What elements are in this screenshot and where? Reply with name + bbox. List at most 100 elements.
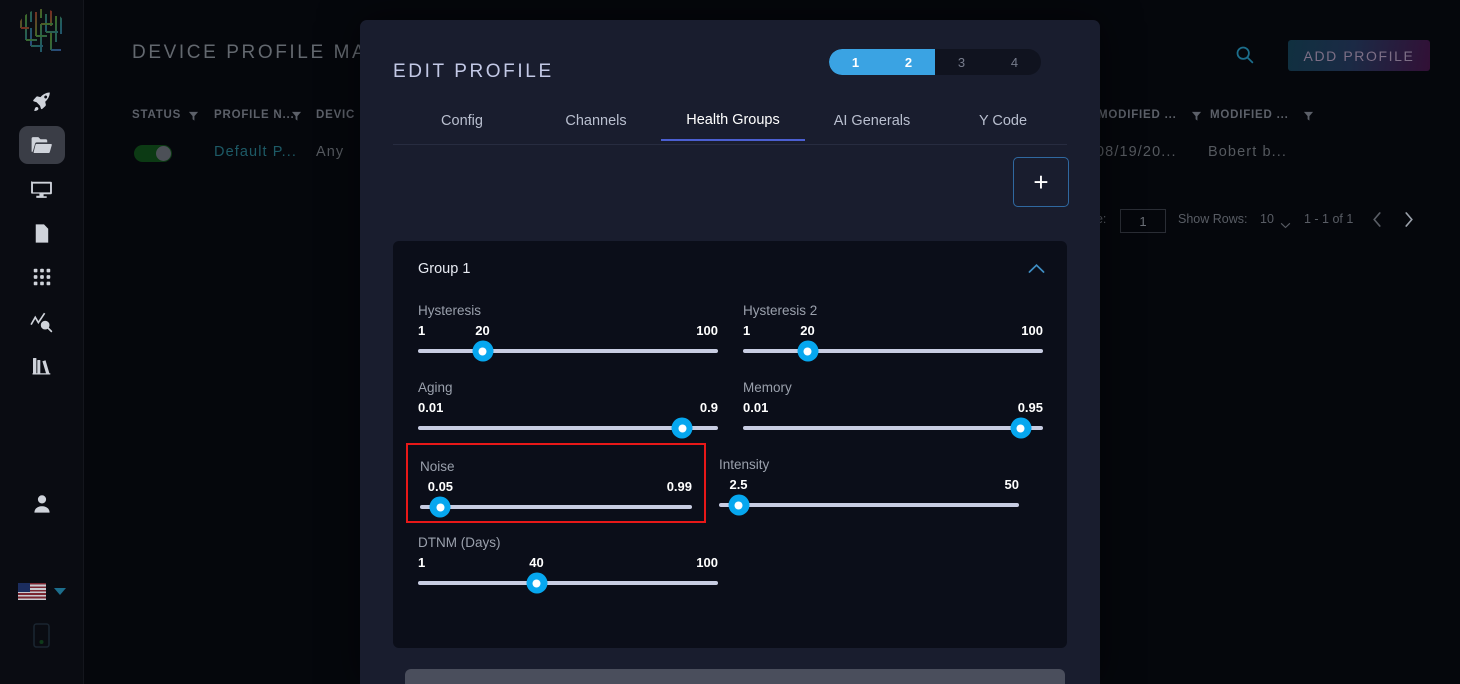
slider-track[interactable]	[743, 340, 1043, 362]
slider-values: 1 20 100	[418, 323, 718, 340]
column-header-modified-by[interactable]: MODIFIED ...	[1210, 109, 1289, 121]
pagination-next-button[interactable]	[1404, 212, 1414, 232]
slider-track[interactable]	[420, 496, 692, 518]
slider-values: 0.01 0.9	[418, 400, 718, 417]
slider-thumb[interactable]	[429, 496, 451, 518]
cell-device: Any	[316, 144, 345, 160]
sidebar-item-profiles[interactable]	[18, 126, 65, 164]
tab-ai-generals[interactable]: AI Generals	[805, 100, 939, 141]
filter-icon-modified-by[interactable]	[1303, 109, 1314, 127]
step-2[interactable]: 2	[882, 49, 935, 75]
slider-track[interactable]	[719, 494, 1019, 516]
step-indicator[interactable]: 1 2 3 4	[829, 49, 1041, 75]
slider-label: Hysteresis	[418, 303, 482, 318]
mobile-icon	[31, 623, 52, 653]
sidebar-item-rocket[interactable]	[19, 82, 65, 120]
column-header-profile-name[interactable]: PROFILE N...	[214, 109, 295, 121]
search-icon[interactable]	[1234, 44, 1255, 70]
slider-dtnm-days: DTNM (Days) 1 40 100	[418, 535, 718, 594]
pagination-page-input[interactable]: 1	[1120, 209, 1166, 233]
slider-min-value: 0.01	[743, 400, 769, 415]
slider-thumb[interactable]	[797, 340, 818, 362]
slider-thumb[interactable]	[526, 572, 547, 594]
sidebar-item-account[interactable]	[19, 485, 65, 523]
pagination-prev-button[interactable]	[1372, 212, 1382, 232]
column-header-status[interactable]: STATUS	[132, 109, 181, 121]
slider-row-1: Hysteresis 1 20 100 Hysteresis 2 1 20 10…	[418, 303, 1048, 362]
sidebar-item-library[interactable]	[19, 346, 65, 384]
step-3[interactable]: 3	[935, 49, 988, 75]
slider-memory: Memory 0.01 0.95	[743, 380, 1043, 439]
filter-icon-profile-name[interactable]	[291, 109, 302, 127]
sidebar-item-apps[interactable]	[19, 258, 65, 296]
slider-max-value: 100	[696, 323, 718, 338]
slider-track[interactable]	[743, 417, 1043, 439]
filter-icon-modified-date[interactable]	[1191, 109, 1202, 127]
cell-modified-date: 08/19/20...	[1096, 144, 1177, 160]
column-header-device[interactable]: DEVIC	[316, 109, 355, 121]
circuit-logo[interactable]	[13, 6, 71, 64]
left-sidebar	[0, 0, 84, 684]
slider-current-value: 20	[800, 323, 815, 338]
tab-channels[interactable]: Channels	[531, 100, 661, 141]
slider-track[interactable]	[418, 572, 718, 594]
sim-card-icon	[30, 222, 53, 245]
chevron-down-icon-rows[interactable]	[1280, 216, 1291, 234]
slider-hysteresis: Hysteresis 1 20 100	[418, 303, 718, 362]
slider-noise: Noise 0.05 0.99	[406, 443, 706, 523]
slider-max-value: 0.9	[699, 400, 718, 415]
modal-tabs: Config Channels Health Groups AI General…	[393, 100, 1067, 144]
add-profile-button[interactable]: ADD PROFILE	[1288, 40, 1430, 71]
tab-y-code[interactable]: Y Code	[939, 100, 1067, 141]
language-selector[interactable]	[17, 583, 66, 600]
slider-label: Intensity	[719, 457, 770, 472]
slider-thumb[interactable]	[1010, 417, 1031, 439]
step-1[interactable]: 1	[829, 49, 882, 75]
slider-values: 0.01 0.95	[743, 400, 1043, 417]
slider-thumb[interactable]	[728, 494, 749, 516]
slider-values: 2.5 50	[719, 477, 1019, 494]
pagination-rows-value[interactable]: 10	[1260, 212, 1274, 226]
slider-thumb[interactable]	[472, 340, 493, 362]
group-header[interactable]: Group 1	[393, 241, 1067, 297]
slider-values: 1 40 100	[418, 555, 718, 572]
cell-profile-name[interactable]: Default P...	[214, 144, 297, 160]
filter-icon-status[interactable]	[188, 109, 199, 127]
slider-row-4-empty	[743, 535, 1043, 585]
chart-search-icon	[29, 309, 54, 334]
column-header-modified-date[interactable]: MODIFIED ...	[1098, 109, 1177, 121]
slider-label: Hysteresis 2	[743, 303, 818, 318]
slider-track[interactable]	[418, 340, 718, 362]
pagination-range: 1 - 1 of 1	[1304, 212, 1354, 226]
slider-max-value: 100	[696, 555, 718, 570]
slider-track[interactable]	[418, 417, 718, 439]
slider-min-value: 1	[418, 555, 426, 570]
slider-hysteresis-2: Hysteresis 2 1 20 100	[743, 303, 1043, 362]
slider-min-value: 1	[418, 323, 426, 338]
group-title: Group 1	[418, 261, 471, 277]
tabs-divider	[393, 143, 1067, 145]
slider-max-value: 50	[1004, 477, 1019, 492]
slider-current-value: 40	[529, 555, 544, 570]
tab-config[interactable]: Config	[393, 100, 531, 141]
slider-grid: Hysteresis 1 20 100 Hysteresis 2 1 20 10…	[406, 303, 1048, 612]
slider-thumb[interactable]	[671, 417, 693, 439]
step-4[interactable]: 4	[988, 49, 1041, 75]
sidebar-bottom-group	[0, 479, 83, 684]
folder-icon	[29, 133, 54, 158]
tab-health-groups[interactable]: Health Groups	[661, 100, 805, 141]
slider-row-3: Noise 0.05 0.99 Intensity 2.5 50	[406, 443, 1048, 523]
slider-values: 1 20 100	[743, 323, 1043, 340]
sidebar-item-analytics[interactable]	[19, 302, 65, 340]
sidebar-item-mobile[interactable]	[31, 622, 52, 654]
health-group-card: Group 1 Hysteresis 1 20 100 Hysteresis 2…	[393, 241, 1067, 648]
row-status-toggle[interactable]	[134, 145, 172, 162]
cell-modified-by: Bobert b...	[1208, 144, 1287, 160]
slider-label: DTNM (Days)	[418, 535, 501, 550]
slider-row-2: Aging 0.01 0.9 Memory 0.01 0.95	[418, 380, 1048, 439]
sidebar-item-sim[interactable]	[19, 214, 65, 252]
sidebar-item-devices[interactable]	[19, 170, 65, 208]
next-group-card-partial[interactable]	[405, 669, 1065, 684]
add-group-button[interactable]: +	[1013, 157, 1069, 207]
chevron-up-icon[interactable]	[1028, 261, 1045, 279]
